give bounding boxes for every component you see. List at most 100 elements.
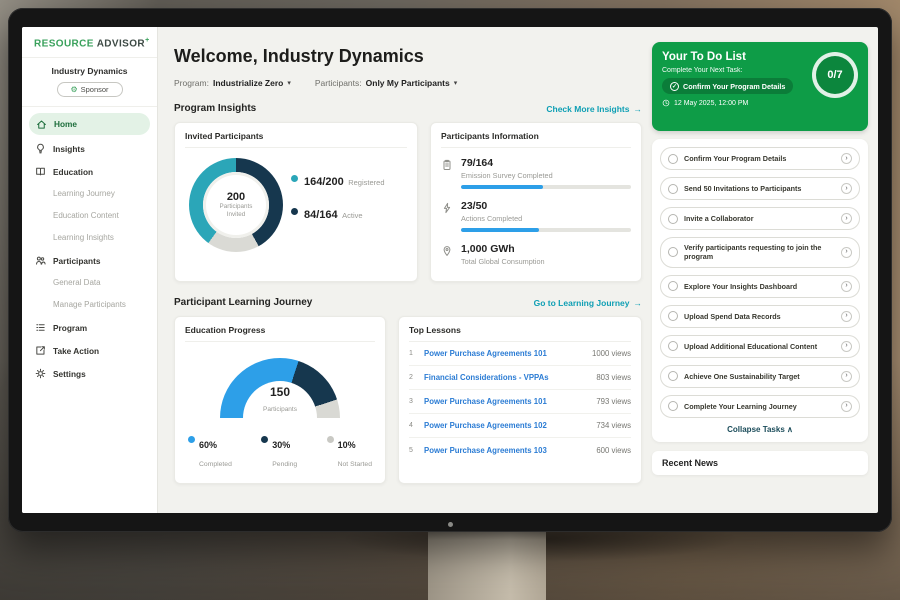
task-send-invitations[interactable]: Send 50 Invitations to Participants › [660,177,860,200]
chevron-right-icon[interactable]: › [841,213,852,224]
task-explore-insights[interactable]: Explore Your Insights Dashboard › [660,275,860,298]
todo-hero-card: Your To Do List Complete Your Next Task:… [652,42,868,131]
task-label: Achieve One Sustainability Target [684,372,835,381]
task-checkbox[interactable] [668,371,678,381]
program-insights-header: Program Insights Check More Insights → [174,103,642,114]
chevron-right-icon[interactable]: › [841,281,852,292]
stat-emission-survey: 79/164 Emission Survey Completed [441,157,631,189]
next-task-pill[interactable]: ✓ Confirm Your Program Details [662,78,793,94]
task-complete-learning-journey[interactable]: Complete Your Learning Journey › [660,395,860,418]
lesson-rank: 2 [409,374,418,381]
consumption-label: Total Global Consumption [461,257,631,266]
clock-icon [662,99,670,107]
link-label: Check More Insights [546,104,629,114]
chevron-right-icon[interactable]: › [841,153,852,164]
sidebar-item-manage-participants[interactable]: Manage Participants [22,294,157,316]
task-label: Verify participants requesting to join t… [684,243,835,262]
gauge-legend: 60%Completed 30%Pending 10%Not Started [185,435,375,471]
legend-dot-not-started [327,436,334,443]
stats-list: 79/164 Emission Survey Completed 23/50 A… [441,157,631,266]
sidebar-item-general-data[interactable]: General Data [22,272,157,294]
logo-secondary: ADVISOR [97,38,145,49]
main-content: Welcome, Industry Dynamics Program: Indu… [174,27,642,513]
check-more-insights-link[interactable]: Check More Insights → [546,104,642,114]
survey-clipboard-icon [441,157,453,189]
lesson-views: 793 views [596,397,631,406]
sidebar-item-settings[interactable]: Settings [22,362,157,385]
task-upload-spend-data[interactable]: Upload Spend Data Records › [660,305,860,328]
program-filter[interactable]: Program: Industrialize Zero ▾ [174,78,291,88]
program-filter-value: Industrialize Zero [213,78,283,88]
go-to-learning-journey-link[interactable]: Go to Learning Journey → [534,298,642,308]
sidebar-item-insights[interactable]: Insights [22,137,157,160]
task-checkbox[interactable] [668,401,678,411]
task-checkbox[interactable] [668,154,678,164]
chevron-right-icon[interactable]: › [841,311,852,322]
chevron-right-icon[interactable]: › [841,401,852,412]
logo-plus: + [145,37,150,44]
org-name: Industry Dynamics [22,58,157,78]
due-date-text: 12 May 2025, 12:00 PM [674,100,748,107]
stat-global-consumption: 1,000 GWh Total Global Consumption [441,243,631,266]
chevron-right-icon[interactable]: › [841,341,852,352]
sidebar-item-label: Insights [53,144,85,154]
sidebar-item-home[interactable]: Home [29,113,150,135]
lesson-link[interactable]: Power Purchase Agreements 101 [424,349,586,358]
task-label: Send 50 Invitations to Participants [684,184,835,193]
task-verify-participants[interactable]: Verify participants requesting to join t… [660,237,860,268]
lesson-views: 803 views [596,373,631,382]
sidebar-item-learning-insights[interactable]: Learning Insights [22,227,157,249]
task-upload-educational-content[interactable]: Upload Additional Educational Content › [660,335,860,358]
collapse-tasks-link[interactable]: Collapse Tasks ∧ [660,425,860,434]
lesson-link[interactable]: Power Purchase Agreements 102 [424,421,590,430]
chevron-right-icon[interactable]: › [841,183,852,194]
actions-progress-fill [461,228,539,232]
lesson-link[interactable]: Power Purchase Agreements 101 [424,397,590,406]
task-checkbox[interactable] [668,214,678,224]
lesson-row: 1 Power Purchase Agreements 101 1000 vie… [409,342,631,366]
legend-registered: 164/200 Registered [291,172,385,190]
task-checkbox[interactable] [668,341,678,351]
pending-label: Pending [272,461,297,468]
chevron-right-icon[interactable]: › [841,371,852,382]
invited-body: 200 Participants Invited 164/200 Registe… [185,148,407,252]
participants-filter[interactable]: Participants: Only My Participants ▾ [315,78,457,88]
sidebar-item-label: Settings [53,369,86,379]
task-confirm-program-details[interactable]: Confirm Your Program Details › [660,147,860,170]
todo-column: Your To Do List Complete Your Next Task:… [652,42,868,475]
sidebar-item-learning-journey[interactable]: Learning Journey [22,183,157,205]
recent-news-label: Recent News [662,458,718,468]
page-title: Welcome, Industry Dynamics [174,46,642,67]
task-checkbox[interactable] [668,281,678,291]
legend-completed: 60%Completed [188,435,232,471]
task-checkbox[interactable] [668,184,678,194]
lesson-rank: 5 [409,447,418,454]
recent-news-header[interactable]: Recent News [652,451,868,475]
education-progress-card: Education Progress 150 Participants 60%C… [174,316,386,484]
sponsor-badge[interactable]: ⚙ Sponsor [57,82,123,97]
chevron-right-icon[interactable]: › [841,247,852,258]
next-task-label: Confirm Your Program Details [683,82,785,91]
sidebar-item-education[interactable]: Education [22,160,157,183]
sidebar-item-education-content[interactable]: Education Content [22,205,157,227]
bolt-icon [441,200,453,232]
sidebar-item-take-action[interactable]: Take Action [22,339,157,362]
chevron-up-icon: ∧ [787,425,793,434]
task-achieve-sustainability-target[interactable]: Achieve One Sustainability Target › [660,365,860,388]
task-checkbox[interactable] [668,247,678,257]
donut-legend: 164/200 Registered 84/164 Active [291,172,385,223]
sidebar-item-program[interactable]: Program [22,316,157,339]
home-icon [36,119,47,130]
task-invite-collaborator[interactable]: Invite a Collaborator › [660,207,860,230]
lesson-link[interactable]: Power Purchase Agreements 103 [424,446,590,455]
task-label: Upload Additional Educational Content [684,342,835,351]
lesson-row: 3 Power Purchase Agreements 101 793 view… [409,390,631,414]
lesson-link[interactable]: Financial Considerations - VPPAs [424,373,590,382]
chevron-down-icon: ▾ [287,79,291,87]
sidebar-item-participants[interactable]: Participants [22,249,157,272]
task-checkbox[interactable] [668,311,678,321]
emission-progress-bar [461,185,631,189]
task-label: Complete Your Learning Journey [684,402,835,411]
action-arrow-icon [35,345,46,356]
list-icon [35,322,46,333]
